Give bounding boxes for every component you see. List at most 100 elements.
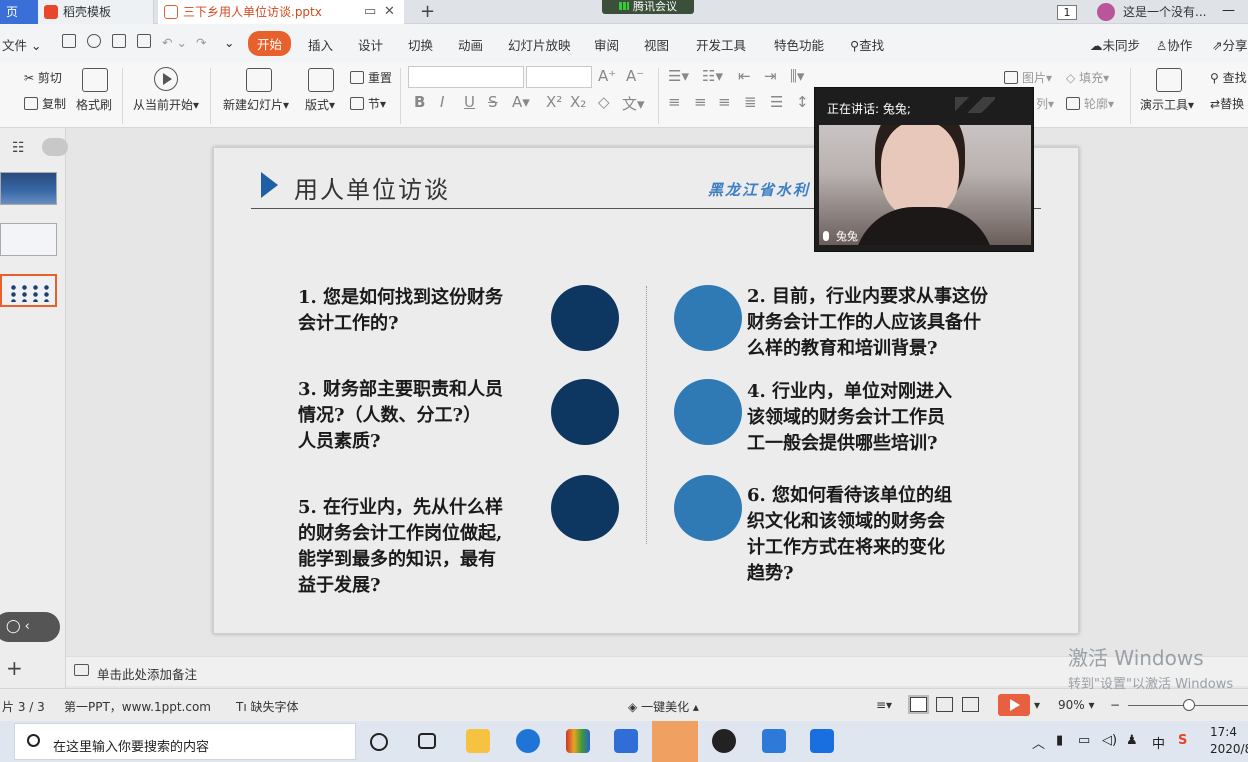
- undo-icon[interactable]: ↶ ⌄: [162, 35, 187, 50]
- phonetic-guide-icon[interactable]: 文▾: [622, 93, 645, 114]
- taskbar-search-box[interactable]: 在这里输入你要搜索的内容: [14, 723, 356, 760]
- missing-font-button[interactable]: Tı 缺失字体: [236, 698, 299, 715]
- menu-tab-insert[interactable]: 插入: [308, 35, 333, 54]
- presentation-tools-button[interactable]: 演示工具▾: [1140, 96, 1194, 113]
- input-method[interactable]: 中: [1152, 733, 1165, 752]
- zoom-slider[interactable]: [1128, 699, 1248, 711]
- reading-view-icon[interactable]: [962, 697, 979, 712]
- numbering-icon[interactable]: ☷▾: [702, 67, 723, 85]
- italic-icon[interactable]: I: [440, 93, 444, 111]
- zoom-slider-handle[interactable]: [1183, 699, 1195, 711]
- save-icon[interactable]: [62, 34, 76, 48]
- question-circle-1[interactable]: [551, 285, 619, 351]
- increase-indent-icon[interactable]: ⇥: [764, 67, 777, 85]
- eraser-icon[interactable]: ◇: [598, 93, 610, 111]
- question-circle-4[interactable]: [674, 379, 742, 445]
- zoom-select[interactable]: 90% ▾: [1058, 698, 1095, 712]
- menu-tab-home[interactable]: 开始: [248, 31, 292, 56]
- fill-button[interactable]: ◇ 填充▾: [1066, 69, 1109, 86]
- tray-mic-icon[interactable]: ▮: [1056, 733, 1063, 748]
- question-1[interactable]: 1. 您是如何找到这份财务 会计工作的?: [298, 285, 503, 337]
- meeting-video-window[interactable]: 正在讲话: 兔兔; 兔兔: [814, 87, 1034, 252]
- question-4[interactable]: 4. 行业内，单位对刚进入 该领域的财务会计工作员 工一般会提供哪些培训?: [747, 379, 952, 457]
- user-account[interactable]: 这是一个没有...: [1097, 3, 1206, 21]
- window-count-badge[interactable]: 1: [1057, 5, 1077, 20]
- new-slide-button[interactable]: 新建幻灯片▾: [223, 96, 289, 113]
- wps-icon[interactable]: [762, 729, 786, 753]
- system-clock[interactable]: 17:4 2020/8: [1210, 724, 1248, 758]
- file-explorer-icon[interactable]: [466, 729, 490, 753]
- share-button[interactable]: ⇗分享: [1212, 35, 1248, 54]
- tencent-meeting-icon[interactable]: [810, 729, 834, 753]
- distribute-icon[interactable]: ☰: [770, 93, 783, 111]
- align-center-icon[interactable]: ≡: [694, 93, 707, 111]
- cortana-icon[interactable]: [370, 733, 388, 751]
- theme-name[interactable]: 第一PPT，www.1ppt.com: [64, 698, 211, 715]
- layout-icon[interactable]: [308, 68, 334, 92]
- thumbnail-view-toggle[interactable]: [42, 138, 68, 156]
- menu-tab-animation[interactable]: 动画: [458, 35, 483, 54]
- increase-font-icon[interactable]: A⁺: [598, 67, 616, 85]
- notes-toggle-icon[interactable]: ≡▾: [876, 698, 892, 712]
- subscript-icon[interactable]: X₂: [570, 93, 586, 111]
- justify-icon[interactable]: ≣: [744, 93, 757, 111]
- wps-tray-icon[interactable]: S: [1178, 733, 1187, 748]
- play-options-icon[interactable]: ▾: [1034, 698, 1040, 712]
- section-button[interactable]: 节▾: [350, 95, 386, 112]
- file-menu[interactable]: 文件 ⌄: [2, 35, 41, 54]
- question-circle-3[interactable]: [551, 379, 619, 445]
- new-tab-button[interactable]: +: [420, 1, 435, 22]
- question-3[interactable]: 3. 财务部主要职责和人员 情况?（人数、分工?） 人员素质?: [298, 377, 503, 455]
- print-icon[interactable]: [112, 34, 126, 48]
- menu-tab-developer[interactable]: 开发工具: [696, 35, 746, 54]
- quick-access-dropdown-icon[interactable]: ⌄: [224, 35, 234, 50]
- sync-status[interactable]: ☁未同步: [1090, 35, 1140, 54]
- new-slide-icon[interactable]: [246, 68, 272, 92]
- tab-pin-icon[interactable]: ▭: [364, 4, 376, 19]
- font-size-select[interactable]: [526, 66, 592, 88]
- font-family-select[interactable]: [408, 66, 524, 88]
- add-slide-button[interactable]: +: [6, 656, 23, 680]
- slide-organization[interactable]: 黑龙江省水利: [708, 179, 810, 200]
- redo-icon[interactable]: ↷: [196, 35, 206, 50]
- format-painter-button[interactable]: 格式刷: [76, 96, 112, 113]
- zoom-out-icon[interactable]: −: [1110, 698, 1120, 712]
- tab-home[interactable]: 页: [0, 0, 38, 24]
- bullets-icon[interactable]: ☰▾: [668, 67, 689, 85]
- photos-app-icon[interactable]: [712, 729, 736, 753]
- menu-tab-features[interactable]: 特色功能: [774, 35, 824, 54]
- minimize-icon[interactable]: —: [1222, 3, 1235, 18]
- picture-button[interactable]: 图片▾: [1004, 69, 1052, 86]
- underline-icon[interactable]: U: [464, 93, 475, 111]
- menu-tab-review[interactable]: 审阅: [594, 35, 619, 54]
- beautify-button[interactable]: ◈ 一键美化 ▴: [628, 698, 699, 715]
- decrease-indent-icon[interactable]: ⇤: [738, 67, 751, 85]
- menu-tab-view[interactable]: 视图: [644, 35, 669, 54]
- notes-placeholder[interactable]: 单击此处添加备注: [97, 664, 197, 683]
- collapse-panel-button[interactable]: ◯ ‹: [0, 612, 60, 642]
- bold-icon[interactable]: B: [414, 93, 425, 111]
- slide-thumbnail-2[interactable]: [0, 223, 57, 256]
- presentation-tools-icon[interactable]: [1156, 68, 1182, 92]
- line-spacing-icon[interactable]: ↕: [796, 93, 809, 111]
- tab-close-icon[interactable]: ✕: [384, 4, 395, 19]
- menu-find[interactable]: ⚲查找: [850, 35, 884, 54]
- strikethrough-icon[interactable]: S: [488, 93, 498, 111]
- edge-browser-icon[interactable]: [516, 729, 540, 753]
- superscript-icon[interactable]: X²: [546, 93, 562, 111]
- active-app-icon[interactable]: [652, 721, 698, 762]
- question-2[interactable]: 2. 目前，行业内要求从事这份 财务会计工作的人应该具备什 么样的教育和培训背景…: [747, 284, 988, 362]
- font-color-icon[interactable]: A▾: [512, 93, 530, 111]
- menu-tab-transitions[interactable]: 切换: [408, 35, 433, 54]
- network-icon[interactable]: ▭: [1078, 733, 1090, 748]
- qq-icon[interactable]: ♟: [1126, 733, 1138, 748]
- align-right-icon[interactable]: ≡: [718, 93, 731, 111]
- replace-button[interactable]: ⇄替换: [1210, 95, 1244, 112]
- cut-button[interactable]: ✂ 剪切: [24, 69, 62, 86]
- volume-icon[interactable]: ◁): [1102, 733, 1117, 748]
- print-preview-icon[interactable]: [137, 34, 151, 48]
- outline-view-icon[interactable]: ☷: [12, 140, 25, 156]
- outline-button[interactable]: 轮廓▾: [1066, 95, 1114, 112]
- winrar-icon[interactable]: [566, 729, 590, 753]
- copy-button[interactable]: 复制: [24, 95, 66, 112]
